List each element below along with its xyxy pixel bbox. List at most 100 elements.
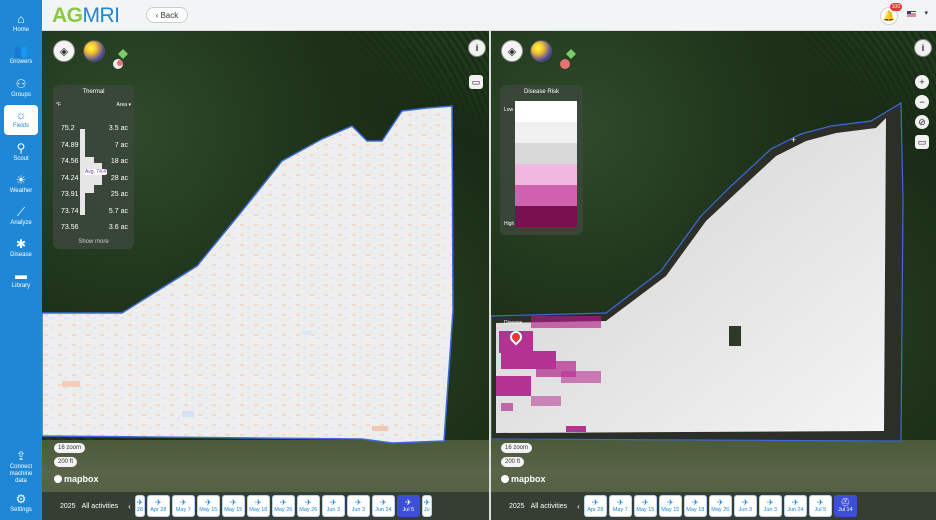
sidebar-item-growers[interactable]: 👥 Growers xyxy=(0,44,42,76)
legend-temp: 73.74 xyxy=(61,207,79,215)
timeline-date-chip[interactable]: ✈ May 26 xyxy=(271,495,295,517)
activity-filter[interactable]: All activities xyxy=(531,503,568,510)
airplane-icon: ✈ xyxy=(254,498,262,507)
library-icon: ▬ xyxy=(15,268,27,282)
timeline-date-chip[interactable]: ✈ Ju xyxy=(421,495,432,517)
timeline-date-chip[interactable]: ✈ May 15 xyxy=(633,495,657,517)
us-flag-icon[interactable] xyxy=(907,11,916,17)
timeline-date-chip[interactable]: ✈ Jun 3 xyxy=(321,495,345,517)
legend-row: 73.56 3.6 ac xyxy=(61,224,128,232)
sidebar-item-label: Groups xyxy=(11,92,31,98)
color-palette-icon[interactable] xyxy=(83,40,105,62)
timeline-year[interactable]: 2025 xyxy=(60,503,76,510)
compass-icon[interactable]: ⊘ xyxy=(915,115,929,129)
risk-swatch xyxy=(515,206,577,227)
weather-icon: ☀ xyxy=(15,173,27,187)
disease-pin-label: Disease xyxy=(504,320,523,326)
legend-row: 75.2 3.5 ac xyxy=(61,125,128,133)
legend-temp: 73.56 xyxy=(61,224,79,231)
mapbox-icon xyxy=(501,475,509,483)
legend-area: 3.5 ac xyxy=(108,125,128,132)
timeline-date-chip[interactable]: ✈ Jun 3 xyxy=(733,495,757,517)
zoom-level-chip: 16 zoom xyxy=(54,443,86,453)
chevron-down-icon[interactable]: ▾ xyxy=(924,9,928,17)
sidebar-item-label: Disease xyxy=(10,252,32,258)
airplane-icon: ✈ xyxy=(329,498,337,507)
date-label: May 15 xyxy=(199,507,218,513)
timeline-date-chip[interactable]: ✈ Jul 5 xyxy=(396,495,420,517)
legend-header: °F Area ▾ xyxy=(56,102,131,108)
timeline-date-chip[interactable]: ✈ Apr 28 xyxy=(146,495,170,517)
timeline-date-chip[interactable]: ✈ Jun 3 xyxy=(346,495,370,517)
airplane-icon: ✈ xyxy=(354,498,362,507)
timeline-date-chip[interactable]: ✈ Apr 28 xyxy=(583,495,607,517)
thermal-map-pane[interactable]: ◈ i ▭ Thermal °F Area ▾ Avg. 74.4 75.2 3.… xyxy=(42,31,489,520)
layers-icon[interactable]: ◈ xyxy=(501,40,523,62)
groups-icon: ⚇ xyxy=(15,77,27,91)
area-sort-button[interactable]: Area ▾ xyxy=(117,102,131,108)
info-icon[interactable]: i xyxy=(468,39,486,57)
sidebar-item-analyze[interactable]: ⟋ Analyze xyxy=(0,205,42,237)
mapbox-logo: mapbox xyxy=(501,474,546,484)
timeline-date-chip[interactable]: ✈ May 7 xyxy=(608,495,632,517)
legend-temp: 74.24 xyxy=(61,174,79,182)
timeline-date-chip[interactable]: ✈ May 15 xyxy=(658,495,682,517)
sidebar-item-library[interactable]: ▬ Library xyxy=(0,268,42,300)
date-label: Jul 14 xyxy=(837,507,853,513)
right-timeline: 2025 All activities ‹ ✈ Apr 28 ✈ May 7 ✈ May … xyxy=(491,492,936,520)
high-label: High xyxy=(504,221,515,227)
connect-label-line: Connect xyxy=(9,464,33,470)
sidebar-item-label: Growers xyxy=(9,59,33,65)
timeline-date-chip[interactable]: ✈ Jun 24 xyxy=(371,495,395,517)
date-label: Jun 24 xyxy=(375,507,392,513)
timeline-date-chip[interactable]: ✈ May 26 xyxy=(296,495,320,517)
date-label: Jun 3 xyxy=(763,507,778,513)
sidebar-item-fields[interactable]: ☼ Fields xyxy=(4,105,38,135)
keyboard-icon[interactable]: ▭ xyxy=(469,75,483,89)
zoom-in-icon[interactable]: + xyxy=(915,75,929,89)
timeline-date-chip[interactable]: ✈ May 7 xyxy=(171,495,195,517)
timeline-date-chip[interactable]: ✈ Jul 5 xyxy=(808,495,832,517)
sidebar-item-weather[interactable]: ☀ Weather xyxy=(0,173,42,205)
airplane-icon: ✈ xyxy=(766,498,774,507)
sidebar-item-label: Analyze xyxy=(10,220,32,226)
airplane-icon: ✈ xyxy=(379,498,387,507)
timeline-date-chip[interactable]: ⛑ Jul 14 xyxy=(833,495,857,517)
sidebar-item-scout[interactable]: ⚲ Scout xyxy=(0,141,42,173)
timeline-date-chip[interactable]: ✈ May 18 xyxy=(683,495,707,517)
mapbox-icon xyxy=(54,475,62,483)
timeline-year[interactable]: 2025 xyxy=(509,503,525,510)
date-label: May 7 xyxy=(612,507,628,513)
sidebar-item-connect-machine-data[interactable]: ⇪ Connect machine data xyxy=(0,449,42,489)
chevron-left-icon[interactable]: ‹ xyxy=(577,502,580,511)
date-label: May 26 xyxy=(274,507,293,513)
airplane-icon: ✈ xyxy=(591,498,599,507)
disease-map-pane[interactable]: ◈ i + − ⊘ ▭ + Disease Risk Low High Dise… xyxy=(491,31,936,520)
timeline-date-chip[interactable]: ✈ 28 xyxy=(134,495,145,517)
agmri-logo[interactable]: AGMRI xyxy=(52,5,120,27)
layers-icon[interactable]: ◈ xyxy=(53,40,75,62)
mapbox-label: mapbox xyxy=(511,474,546,484)
zoom-out-icon[interactable]: − xyxy=(915,95,929,109)
risk-swatch xyxy=(515,185,577,206)
timeline-date-chip[interactable]: ✈ May 26 xyxy=(708,495,732,517)
sidebar-item-settings[interactable]: ⚙ Settings xyxy=(0,492,42,520)
gear-icon: ⚙ xyxy=(15,492,27,506)
info-icon[interactable]: i xyxy=(914,39,932,57)
color-palette-icon[interactable] xyxy=(530,40,552,62)
airplane-icon: ✈ xyxy=(404,498,412,507)
keyboard-icon[interactable]: ▭ xyxy=(915,135,929,149)
timeline-date-chip[interactable]: ✈ May 15 xyxy=(196,495,220,517)
show-more-link[interactable]: Show more xyxy=(53,239,134,245)
back-label: Back xyxy=(160,10,179,20)
chevron-left-icon[interactable]: ‹ xyxy=(128,502,131,511)
sidebar-item-disease[interactable]: ✱ Disease xyxy=(0,237,42,269)
timeline-date-chip[interactable]: ✈ May 15 xyxy=(221,495,245,517)
back-button[interactable]: ‹ Back xyxy=(146,7,188,23)
timeline-date-chip[interactable]: ✈ Jun 3 xyxy=(758,495,782,517)
sidebar-item-home[interactable]: ⌂ Home xyxy=(0,12,42,44)
activity-filter[interactable]: All activities xyxy=(82,503,119,510)
timeline-date-chip[interactable]: ✈ May 18 xyxy=(246,495,270,517)
logo-ag: AG xyxy=(52,4,83,27)
timeline-date-chip[interactable]: ✈ Jun 24 xyxy=(783,495,807,517)
